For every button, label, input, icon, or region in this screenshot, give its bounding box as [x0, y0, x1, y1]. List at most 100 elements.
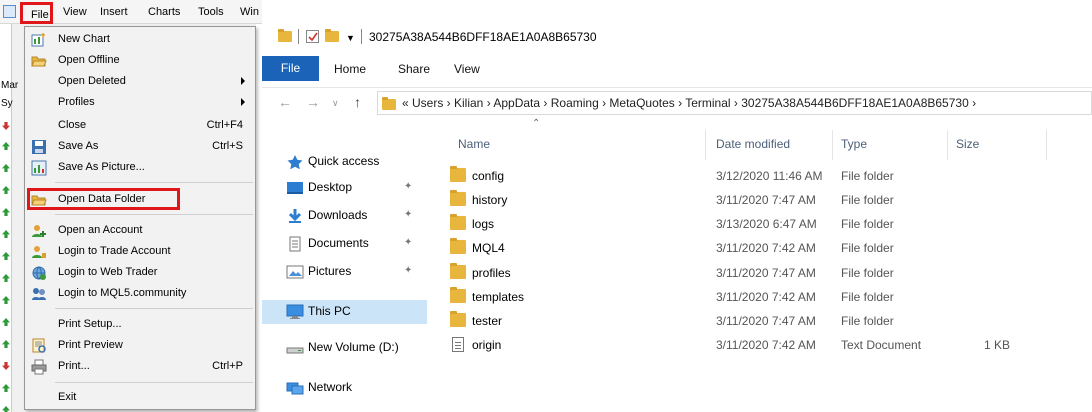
- column-header-type[interactable]: Type: [841, 137, 867, 151]
- menu-item-profiles[interactable]: Profiles: [25, 92, 255, 114]
- tab-home[interactable]: Home: [334, 62, 366, 76]
- column-header-size[interactable]: Size: [956, 137, 979, 151]
- address-bar[interactable]: « Users › Kilian › AppData › Roaming › M…: [377, 91, 1092, 115]
- menu-item-label: Close: [58, 119, 87, 131]
- table-row[interactable]: tester 3/11/2020 7:47 AM File folder: [432, 309, 1092, 333]
- menu-view[interactable]: View: [63, 6, 87, 18]
- menu-tools[interactable]: Tools: [198, 6, 224, 18]
- toolbar-separator: [361, 29, 362, 44]
- column-header-date-modified[interactable]: Date modified: [716, 137, 790, 151]
- table-row[interactable]: logs 3/13/2020 6:47 AM File folder: [432, 212, 1092, 236]
- menu-item-close[interactable]: Close Ctrl+F4: [25, 115, 255, 137]
- nav-item-new-volume[interactable]: New Volume (D:): [262, 336, 427, 360]
- pin-icon[interactable]: ✦: [404, 265, 412, 276]
- tab-view[interactable]: View: [454, 62, 480, 76]
- tab-share[interactable]: Share: [398, 62, 430, 76]
- nav-item-this-pc[interactable]: This PC: [262, 300, 427, 324]
- file-date: 3/11/2020 7:47 AM: [716, 314, 816, 328]
- submenu-arrow-icon: [241, 98, 245, 106]
- up-arrow-icon[interactable]: ↑: [354, 94, 361, 110]
- column-separator[interactable]: [947, 130, 948, 160]
- file-list: ⌃ Name Date modified Type Size config 3/…: [432, 118, 1092, 412]
- table-row[interactable]: config 3/12/2020 11:46 AM File folder: [432, 164, 1092, 188]
- folder-icon: [450, 190, 466, 206]
- menu-item-label: Print Setup...: [58, 318, 122, 330]
- price-up-icon: [2, 384, 10, 392]
- nav-label: Pictures: [308, 264, 352, 278]
- menu-separator: [55, 382, 253, 383]
- column-separator[interactable]: [705, 130, 706, 160]
- file-name: history: [472, 193, 508, 207]
- pin-icon[interactable]: ✦: [404, 209, 412, 220]
- properties-check-icon[interactable]: [306, 30, 319, 43]
- shortcut-label: Ctrl+F4: [206, 119, 243, 131]
- menu-item-login-mql5[interactable]: Login to MQL5.community: [25, 283, 255, 305]
- file-dropdown-menu: New Chart Open Offline Open Deleted Prof…: [24, 26, 256, 410]
- file-date: 3/11/2020 7:47 AM: [716, 266, 816, 280]
- market-watch-panel: Mar Sy: [0, 24, 18, 412]
- account-icon: [32, 225, 46, 237]
- web-trader-icon: [32, 266, 46, 280]
- column-separator[interactable]: [1046, 130, 1047, 160]
- price-up-icon: [2, 186, 10, 194]
- file-name: logs: [472, 217, 495, 231]
- menu-item-save-as-picture[interactable]: Save As Picture...: [25, 157, 255, 179]
- menu-item-exit[interactable]: Exit: [25, 387, 255, 409]
- menu-item-open-account[interactable]: Open an Account: [25, 220, 255, 242]
- file-name: origin: [472, 338, 502, 352]
- table-row[interactable]: history 3/11/2020 7:47 AM File folder: [432, 188, 1092, 212]
- back-arrow-icon[interactable]: ←: [278, 94, 292, 110]
- menu-item-print-setup[interactable]: Print Setup...: [25, 314, 255, 336]
- price-down-icon: [2, 362, 10, 370]
- menu-item-login-web-trader[interactable]: Login to Web Trader: [25, 262, 255, 284]
- menu-item-login-trade-account[interactable]: Login to Trade Account: [25, 241, 255, 263]
- table-row[interactable]: profiles 3/11/2020 7:47 AM File folder: [432, 261, 1092, 285]
- nav-item-desktop[interactable]: Desktop ✦: [262, 176, 427, 200]
- recent-locations-chevron-icon[interactable]: ∨: [332, 98, 339, 109]
- table-row[interactable]: origin 3/11/2020 7:42 AM Text Document 1…: [432, 333, 1092, 357]
- menu-item-save-as[interactable]: Save As Ctrl+S: [25, 136, 255, 158]
- nav-item-downloads[interactable]: Downloads ✦: [262, 204, 427, 228]
- menu-item-print[interactable]: Print... Ctrl+P: [25, 356, 255, 378]
- column-header-name[interactable]: Name: [458, 137, 490, 151]
- tab-file[interactable]: File: [262, 56, 319, 81]
- nav-item-network[interactable]: Network: [262, 376, 427, 400]
- column-separator[interactable]: [832, 130, 833, 160]
- desktop-icon: [287, 182, 303, 194]
- menu-file[interactable]: File: [31, 9, 49, 21]
- explorer-titlebar: ▼ 30275A38A544B6DFF18AE1A0A8B65730: [262, 20, 1092, 50]
- menu-item-new-chart[interactable]: New Chart: [25, 29, 255, 51]
- nav-item-quick-access[interactable]: Quick access: [262, 150, 427, 174]
- menu-item-label: Print...: [58, 360, 90, 372]
- folder-icon: [450, 214, 466, 230]
- file-name: profiles: [472, 266, 511, 280]
- menu-item-open-deleted[interactable]: Open Deleted: [25, 71, 255, 93]
- documents-icon: [289, 236, 301, 252]
- table-row[interactable]: templates 3/11/2020 7:42 AM File folder: [432, 285, 1092, 309]
- network-icon: [286, 382, 304, 395]
- quick-access-dropdown-icon[interactable]: ▼: [346, 33, 355, 43]
- menu-item-open-offline[interactable]: Open Offline: [25, 50, 255, 72]
- menu-window[interactable]: Win: [240, 6, 259, 18]
- open-data-folder-highlight-box: [27, 188, 180, 210]
- menu-item-label: Save As: [58, 140, 99, 152]
- menu-item-print-preview[interactable]: Print Preview: [25, 335, 255, 357]
- nav-label: Desktop: [308, 180, 353, 194]
- pin-icon[interactable]: ✦: [404, 237, 412, 248]
- table-row[interactable]: MQL4 3/11/2020 7:42 AM File folder: [432, 236, 1092, 260]
- folder-icon: [382, 97, 396, 110]
- price-up-icon: [2, 406, 10, 412]
- nav-item-documents[interactable]: Documents ✦: [262, 232, 427, 256]
- pin-icon[interactable]: ✦: [404, 181, 412, 192]
- drive-icon: [286, 347, 304, 354]
- file-size: 1 KB: [983, 338, 1010, 352]
- forward-arrow-icon[interactable]: →: [306, 94, 320, 110]
- window-title: 30275A38A544B6DFF18AE1A0A8B65730: [369, 30, 597, 44]
- nav-item-pictures[interactable]: Pictures ✦: [262, 260, 427, 284]
- new-folder-icon[interactable]: [325, 29, 339, 42]
- menu-charts[interactable]: Charts: [148, 6, 180, 18]
- market-watch-label: Mar: [1, 80, 19, 91]
- navigation-pane: Quick access Desktop ✦ Downloads ✦ Docum…: [262, 118, 432, 412]
- menu-insert[interactable]: Insert: [100, 6, 128, 18]
- menu-separator: [55, 308, 253, 309]
